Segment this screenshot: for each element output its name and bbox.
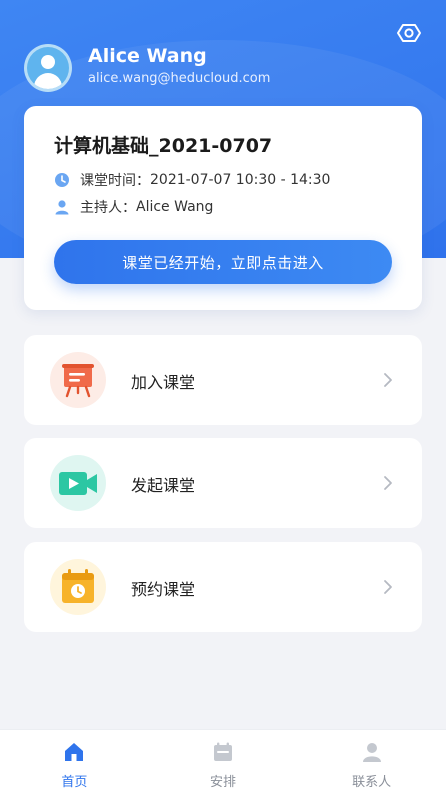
start-class-item[interactable]: 发起课堂 [24,438,422,528]
user-email: alice.wang@heducloud.com [88,71,271,86]
calendar-clock-icon [62,569,94,603]
schedule-class-item[interactable]: 预约课堂 [24,542,422,632]
video-camera-icon [59,472,97,495]
settings-button[interactable] [395,21,423,45]
start-class-icon-wrap [50,455,106,511]
schedule-class-label: 预约课堂 [131,580,196,599]
tab-schedule-label: 安排 [210,775,237,790]
chevron-right-icon [384,476,392,490]
class-time-value: 2021-07-07 10:30 - 14:30 [150,172,331,188]
tab-contacts[interactable]: 联系人 [297,730,446,796]
enter-class-button[interactable]: 课堂已经开始，立即点击进入 [54,240,392,284]
calendar-icon [214,742,232,761]
clock-icon [55,173,69,187]
class-host-label: 主持人： [80,200,136,216]
class-time-label: 课堂时间： [80,173,150,189]
class-time-row: 课堂时间： 2021-07-07 10:30 - 14:30 [54,170,330,190]
avatar[interactable] [24,44,72,92]
tab-schedule[interactable]: 安排 [149,730,298,796]
class-host-value: Alice Wang [136,199,214,215]
person-icon [362,743,381,762]
user-name: Alice Wang [88,45,207,67]
join-class-label: 加入课堂 [131,373,196,392]
schedule-class-icon-wrap [50,559,106,615]
tab-home-label: 首页 [61,775,88,790]
tab-home[interactable]: 首页 [0,730,149,796]
class-host-row: 主持人： Alice Wang [54,197,213,217]
bottom-tab-bar: 首页 安排 联系人 [0,729,446,796]
presentation-board-icon [62,364,94,398]
avatar-body-shape [34,73,62,89]
home-icon [65,743,84,761]
chevron-right-icon [384,373,392,387]
avatar-head-shape [41,55,55,69]
join-class-item[interactable]: 加入课堂 [24,335,422,425]
start-class-label: 发起课堂 [131,476,196,495]
current-class-card: 计算机基础_2021-0707 课堂时间： 2021-07-07 10:30 -… [24,106,422,310]
class-title: 计算机基础_2021-0707 [54,135,273,157]
host-person-icon [55,200,69,215]
tab-contacts-label: 联系人 [352,775,392,790]
join-class-icon-wrap [50,352,106,408]
settings-eye-icon [397,24,421,42]
chevron-right-icon [384,580,392,594]
